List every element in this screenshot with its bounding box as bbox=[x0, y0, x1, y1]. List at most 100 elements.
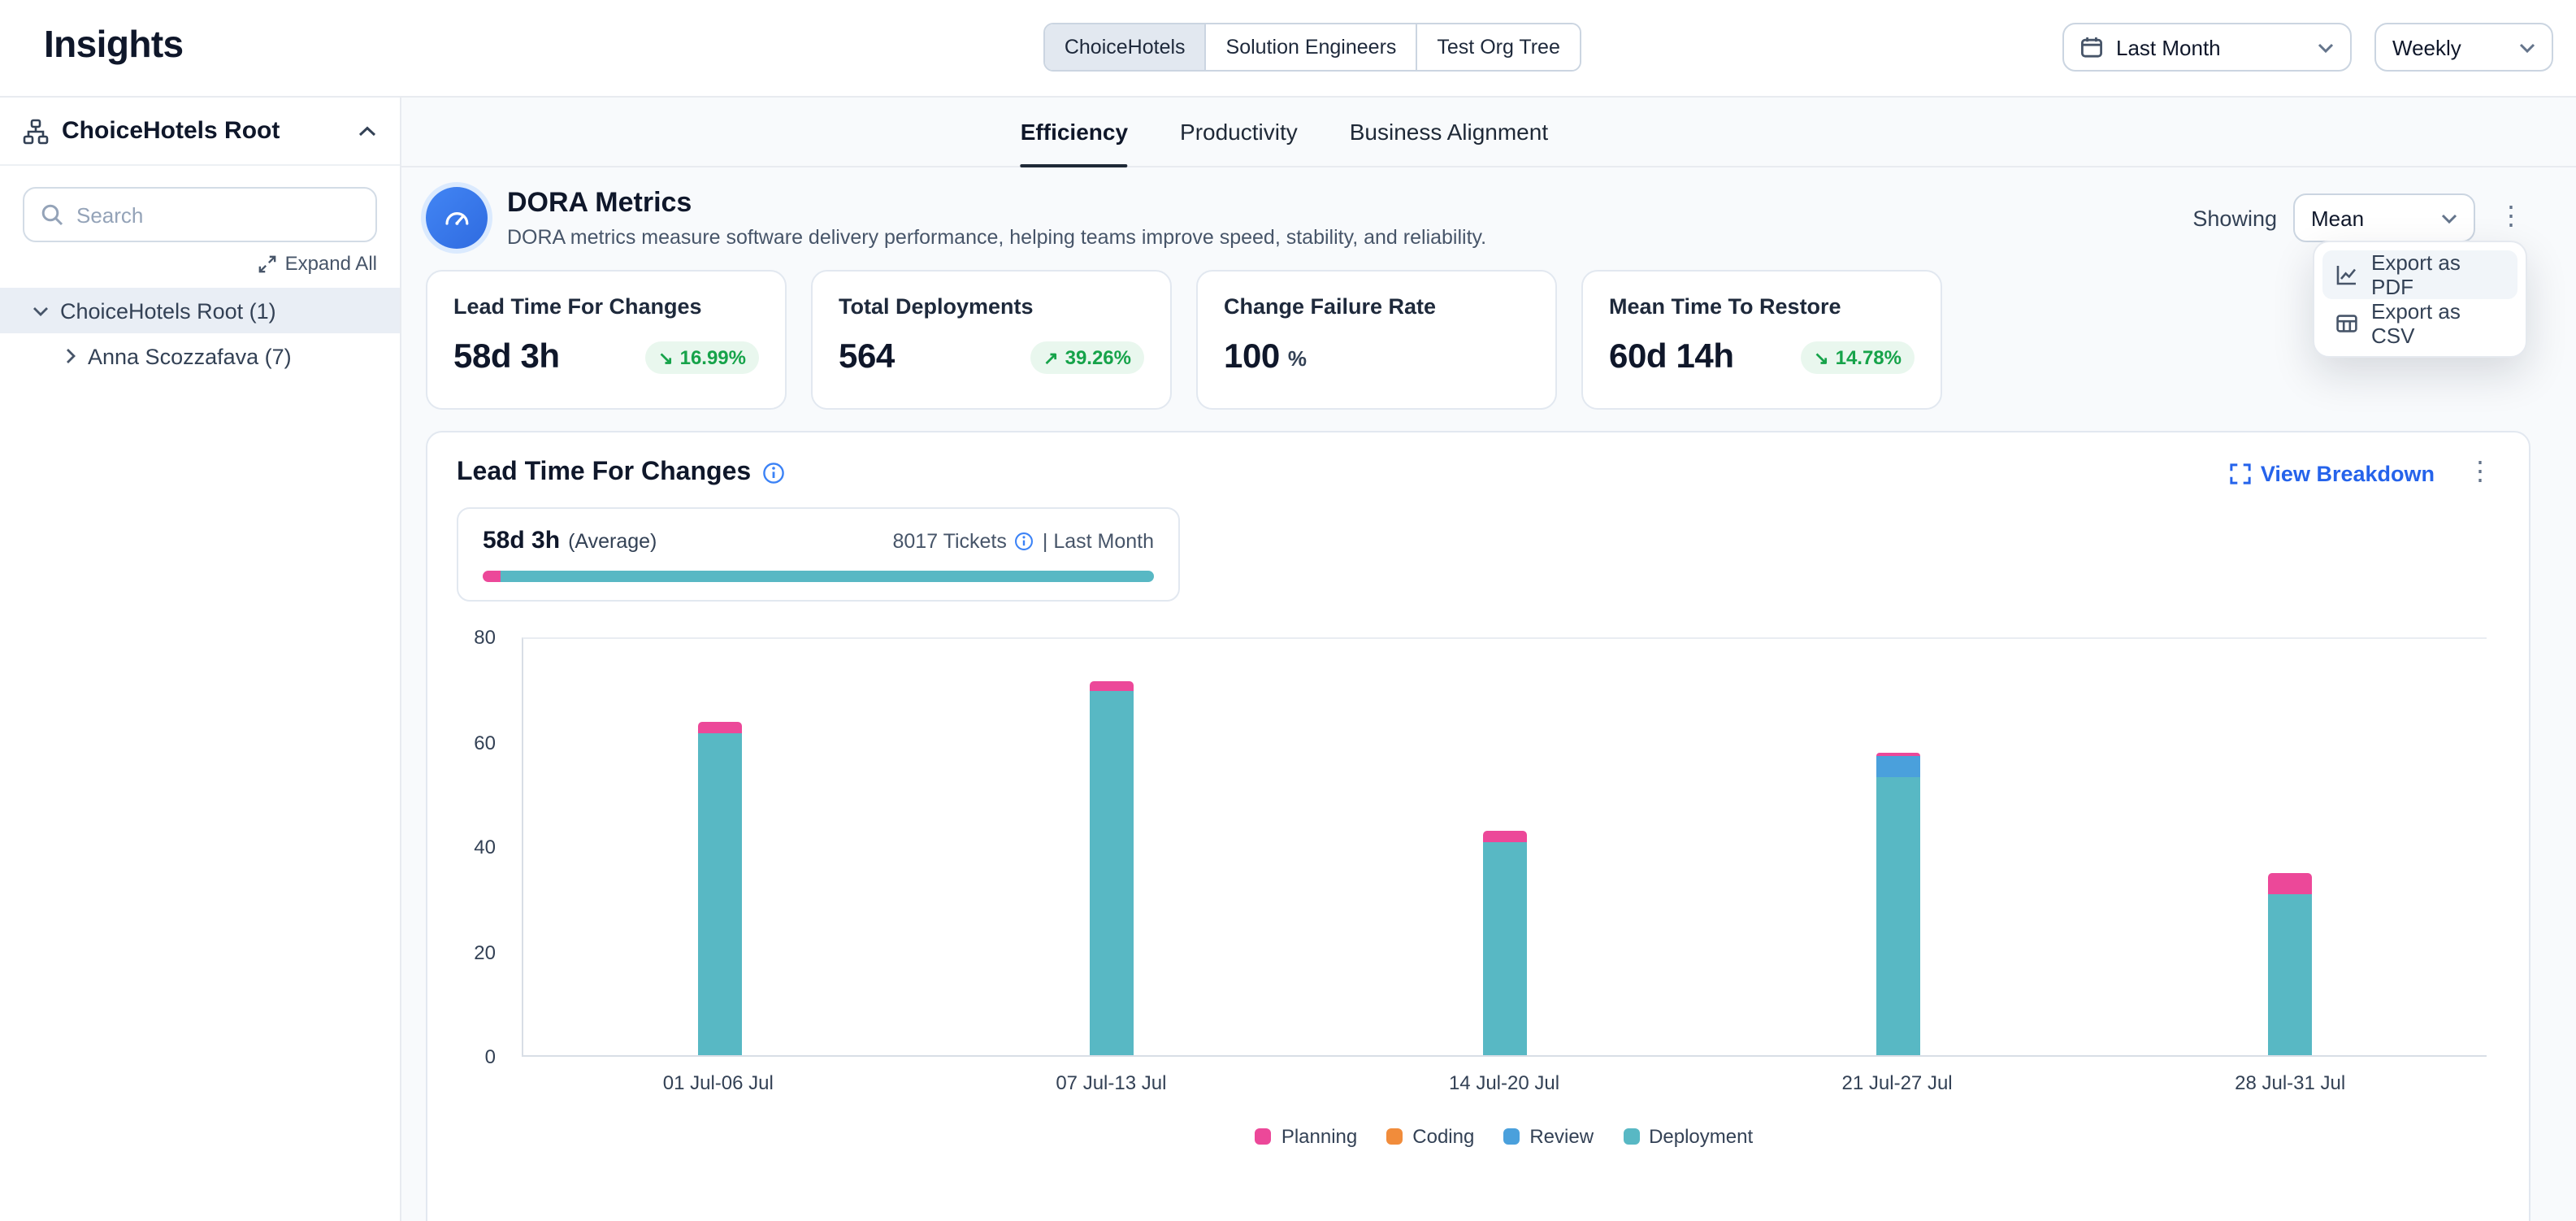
bar-segment-deployment[interactable] bbox=[2268, 894, 2312, 1055]
card-title: Total Deployments bbox=[839, 294, 1144, 319]
menu-item-label: Export as PDF bbox=[2371, 250, 2504, 299]
dora-controls: Showing Mean ⋮ bbox=[2192, 187, 2530, 242]
bar-segment-planning[interactable] bbox=[1091, 680, 1134, 691]
main-content: Efficiency Productivity Business Alignme… bbox=[401, 98, 2576, 1221]
average-value: 58d 3h bbox=[483, 527, 560, 554]
granularity-dropdown[interactable]: Weekly bbox=[2374, 23, 2553, 72]
tickets-meta: 8017 Tickets | Last Month bbox=[893, 529, 1155, 552]
period-text: | Last Month bbox=[1043, 529, 1154, 552]
delta-badge: ↘ 16.99% bbox=[645, 341, 759, 374]
tree-node-anna-scozzafava[interactable]: Anna Scozzafava (7) bbox=[0, 333, 400, 379]
delta-value: 14.78% bbox=[1836, 346, 1902, 369]
legend-item-planning[interactable]: Planning bbox=[1255, 1125, 1357, 1148]
phase-progress-bar bbox=[483, 571, 1154, 582]
export-menu: Export as PDF Export as CSV bbox=[2313, 241, 2527, 358]
view-breakdown-button[interactable]: View Breakdown bbox=[2230, 461, 2435, 485]
chart-card-header: Lead Time For Changes bbox=[457, 458, 2500, 488]
search-input[interactable] bbox=[76, 202, 359, 227]
view-breakdown-label: View Breakdown bbox=[2261, 461, 2435, 485]
menu-item-export-csv[interactable]: Export as CSV bbox=[2322, 299, 2517, 348]
y-tick-label: 0 bbox=[444, 1045, 496, 1068]
card-change-failure-rate[interactable]: Change Failure Rate 100 % bbox=[1196, 270, 1557, 410]
legend-label: Deployment bbox=[1649, 1125, 1753, 1148]
card-value-row: 564 ↗ 39.26% bbox=[839, 338, 1144, 377]
y-tick-label: 20 bbox=[444, 941, 496, 963]
dora-texts: DORA Metrics DORA metrics measure softwa… bbox=[507, 187, 1486, 249]
period-dropdown-value: Last Month bbox=[2116, 35, 2221, 59]
top-bar: Insights ChoiceHotels Solution Engineers… bbox=[0, 0, 2576, 98]
chevron-right-icon[interactable] bbox=[65, 348, 76, 364]
chevron-down-icon bbox=[2318, 41, 2334, 53]
card-mean-time-to-restore[interactable]: Mean Time To Restore 60d 14h ↘ 14.78% bbox=[1581, 270, 1942, 410]
bar-07-jul-13-jul[interactable] bbox=[1091, 639, 1134, 1055]
granularity-dropdown-value: Weekly bbox=[2392, 35, 2461, 59]
search-box bbox=[23, 187, 377, 242]
tree-node-choicehotels-root[interactable]: ChoiceHotels Root (1) bbox=[0, 288, 400, 333]
period-dropdown[interactable]: Last Month bbox=[2062, 23, 2352, 72]
collapse-chevron-up-icon[interactable] bbox=[358, 124, 377, 137]
expand-corners-icon bbox=[2230, 463, 2251, 484]
chevron-down-icon[interactable] bbox=[33, 305, 49, 316]
legend-label: Coding bbox=[1412, 1125, 1474, 1148]
card-value-row: 60d 14h ↘ 14.78% bbox=[1609, 338, 1915, 377]
info-icon[interactable] bbox=[1015, 531, 1034, 550]
average-summary-row: 58d 3h (Average) 8017 Tickets bbox=[483, 527, 1154, 554]
legend-item-deployment[interactable]: Deployment bbox=[1623, 1125, 1753, 1148]
delta-value: 16.99% bbox=[680, 346, 746, 369]
org-tab-test-org-tree[interactable]: Test Org Tree bbox=[1417, 24, 1579, 70]
dora-title: DORA Metrics bbox=[507, 187, 1486, 219]
bar-segment-deployment[interactable] bbox=[1091, 691, 1134, 1055]
card-title: Lead Time For Changes bbox=[453, 294, 759, 319]
x-tick-label: 28 Jul-31 Jul bbox=[2235, 1071, 2345, 1094]
kebab-menu-icon[interactable]: ⋮ bbox=[2461, 460, 2500, 486]
legend-item-coding[interactable]: Coding bbox=[1386, 1125, 1474, 1148]
bar-segment-review[interactable] bbox=[1876, 756, 1919, 777]
card-total-deployments[interactable]: Total Deployments 564 ↗ 39.26% bbox=[811, 270, 1172, 410]
kebab-menu-icon[interactable]: ⋮ bbox=[2491, 205, 2530, 231]
card-value-row: 58d 3h ↘ 16.99% bbox=[453, 338, 759, 377]
app: Insights ChoiceHotels Solution Engineers… bbox=[0, 0, 2576, 1221]
menu-item-label: Export as CSV bbox=[2371, 299, 2504, 348]
showing-dropdown[interactable]: Mean bbox=[2293, 193, 2475, 242]
org-tab-solution-engineers[interactable]: Solution Engineers bbox=[1207, 24, 1418, 70]
bar-segment-planning[interactable] bbox=[1483, 832, 1527, 842]
chart-card-actions: View Breakdown ⋮ bbox=[2230, 460, 2500, 486]
bar-21-jul-27-jul[interactable] bbox=[1876, 639, 1919, 1055]
info-icon[interactable] bbox=[762, 462, 785, 484]
bar-01-jul-06-jul[interactable] bbox=[698, 639, 742, 1055]
tab-business-alignment[interactable]: Business Alignment bbox=[1350, 98, 1548, 166]
card-value: 564 bbox=[839, 338, 895, 377]
progress-segment-deployment bbox=[500, 571, 1154, 582]
metric-cards: Lead Time For Changes 58d 3h ↘ 16.99% To… bbox=[426, 270, 2530, 410]
legend-swatch bbox=[1503, 1128, 1520, 1145]
card-value-row: 100 % bbox=[1224, 338, 1529, 377]
bar-28-jul-31-jul[interactable] bbox=[2268, 639, 2312, 1055]
card-title: Change Failure Rate bbox=[1224, 294, 1529, 319]
table-icon bbox=[2335, 312, 2358, 335]
trend-down-icon: ↘ bbox=[658, 347, 673, 368]
bar-segment-deployment[interactable] bbox=[698, 732, 742, 1055]
menu-item-export-pdf[interactable]: Export as PDF bbox=[2322, 250, 2517, 299]
org-tab-choicehotels[interactable]: ChoiceHotels bbox=[1045, 24, 1207, 70]
lead-time-chart-card: Lead Time For Changes bbox=[426, 431, 2530, 1221]
card-lead-time-for-changes[interactable]: Lead Time For Changes 58d 3h ↘ 16.99% bbox=[426, 270, 787, 410]
dora-header: DORA Metrics DORA metrics measure softwa… bbox=[426, 187, 2530, 249]
expand-all-button[interactable]: Expand All bbox=[23, 252, 377, 275]
chart-area: 020406080 01 Jul-06 Jul07 Jul-13 Jul14 J… bbox=[457, 637, 2500, 1148]
x-tick-label: 07 Jul-13 Jul bbox=[1056, 1071, 1166, 1094]
search-icon bbox=[41, 203, 63, 226]
bar-segment-planning[interactable] bbox=[2268, 873, 2312, 894]
y-tick-label: 60 bbox=[444, 731, 496, 754]
bar-segment-planning[interactable] bbox=[698, 722, 742, 732]
chart-title-text: Lead Time For Changes bbox=[457, 458, 751, 488]
dora-gauge-icon bbox=[426, 187, 488, 249]
tab-productivity[interactable]: Productivity bbox=[1180, 98, 1298, 166]
legend-item-review[interactable]: Review bbox=[1503, 1125, 1594, 1148]
delta-badge: ↗ 39.26% bbox=[1030, 341, 1144, 374]
tab-bar: Efficiency Productivity Business Alignme… bbox=[401, 98, 2576, 167]
bar-segment-deployment[interactable] bbox=[1876, 777, 1919, 1055]
tab-efficiency[interactable]: Efficiency bbox=[1021, 98, 1128, 166]
bar-segment-deployment[interactable] bbox=[1483, 842, 1527, 1055]
sidebar-header: ChoiceHotels Root bbox=[0, 98, 400, 166]
bar-14-jul-20-jul[interactable] bbox=[1483, 639, 1527, 1055]
